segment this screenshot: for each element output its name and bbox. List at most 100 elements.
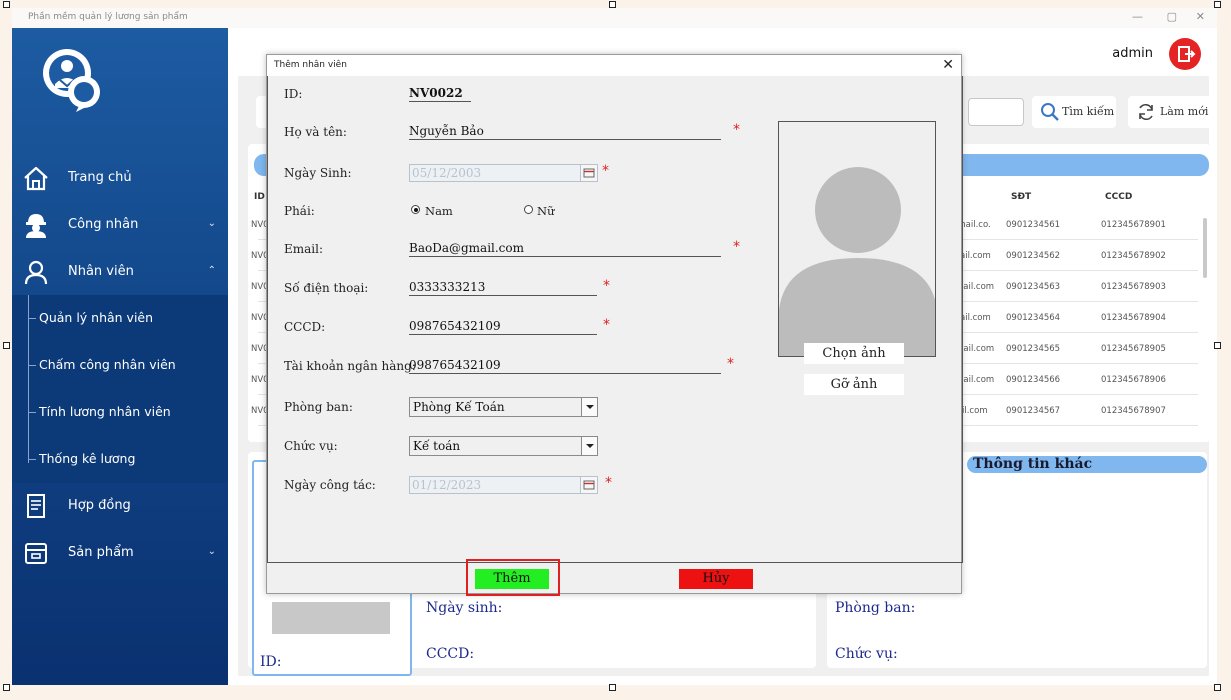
cancel-button[interactable]: Hủy [679, 569, 753, 589]
logout-button[interactable] [1169, 38, 1201, 70]
chevron-down-icon: ⌄ [207, 546, 216, 557]
chevron-up-icon: ⌃ [207, 265, 216, 276]
sidebar-item-label: Trang chủ [68, 170, 132, 185]
resize-handle-bottom-right[interactable] [1214, 684, 1221, 691]
id-label: ID: [284, 87, 303, 101]
calendar-icon[interactable] [580, 165, 597, 181]
cell-cccd: 012345678906 [1101, 375, 1166, 385]
remove-photo-button[interactable]: Gỡ ảnh [804, 374, 904, 395]
department-select[interactable]: Phòng Kế Toán [409, 397, 598, 417]
product-box-icon [25, 543, 47, 564]
chevron-down-icon [581, 398, 597, 416]
cell-phone: 0901234566 [1006, 375, 1061, 385]
chevron-down-icon [581, 437, 597, 455]
maximize-icon[interactable]: ▢ [1167, 10, 1177, 23]
refresh-icon [1139, 104, 1153, 120]
submenu-label: Thống kê lương [39, 451, 136, 466]
search-button[interactable]: Tìm kiếm [1032, 96, 1116, 128]
email-field[interactable]: BaoDa@gmail.com [409, 241, 721, 257]
submenu-label: Quản lý nhân viên [39, 310, 154, 325]
column-header-phone: SĐT [1011, 192, 1032, 202]
bank-account-field[interactable]: 098765432109 [409, 358, 721, 374]
cell-email: ail.com [960, 251, 991, 261]
add-button-highlight [466, 559, 560, 596]
sidebar-item-label: Hợp đồng [68, 498, 131, 513]
add-employee-dialog: Thêm nhân viên ✕ ID: NV0022 Họ và tên: N… [266, 54, 963, 596]
resize-handle-right[interactable] [1214, 342, 1221, 349]
resize-handle-bottom[interactable] [609, 684, 616, 691]
detail-cccd-label: CCCD: [426, 646, 475, 662]
sidebar-item-label: Sản phẩm [68, 545, 134, 560]
birth-date-picker[interactable]: 05/12/2003 [409, 164, 598, 182]
detail-photo-placeholder [272, 602, 390, 634]
avatar-preview [778, 121, 936, 357]
cell-phone: 0901234562 [1006, 251, 1061, 261]
phone-field[interactable]: 0333333213 [409, 280, 597, 296]
cell-email: nail.com [958, 344, 995, 354]
phone-label: Số điện thoại: [284, 281, 369, 295]
resize-handle-left[interactable] [3, 342, 10, 349]
refresh-button[interactable]: Làm mới [1128, 96, 1212, 128]
resize-handle-bottom-left[interactable] [3, 684, 10, 691]
cell-phone: 0901234561 [1006, 220, 1061, 230]
gender-female-radio[interactable] [524, 205, 533, 214]
cell-cccd: 012345678904 [1101, 313, 1166, 323]
dialog-form: ID: NV0022 Họ và tên: Nguyễn Bảo * Ngày … [267, 76, 963, 563]
resize-handle-top-left[interactable] [3, 1, 10, 8]
column-header-id: ID [254, 192, 265, 202]
cccd-label: CCCD: [284, 320, 326, 334]
search-icon [1041, 103, 1059, 121]
dialog-title-bar: Thêm nhân viên ✕ [267, 55, 961, 76]
gender-female-label: Nữ [537, 204, 555, 218]
detail-id-label: ID: [260, 654, 282, 670]
cell-cccd: 012345678903 [1101, 282, 1166, 292]
close-icon[interactable]: ✕ [942, 57, 954, 73]
home-icon [24, 166, 48, 191]
sidebar-item-home[interactable]: Trang chủ [12, 158, 228, 198]
department-label: Phòng ban: [284, 400, 353, 414]
name-field[interactable]: Nguyễn Bảo [409, 124, 721, 140]
required-mark: * [733, 122, 740, 138]
current-user: admin [1112, 46, 1153, 61]
submenu-tree-line [28, 295, 29, 463]
choose-photo-button[interactable]: Chọn ảnh [804, 343, 904, 364]
title-bar: Phần mềm quản lý lương sản phẩm — ▢ ✕ [12, 8, 1217, 28]
required-mark: * [603, 317, 610, 333]
table-scrollbar[interactable] [1203, 218, 1207, 278]
window-title: Phần mềm quản lý lương sản phẩm [28, 12, 188, 22]
gender-male-radio[interactable] [411, 205, 420, 214]
minimize-icon[interactable]: — [1132, 10, 1143, 23]
cell-phone: 0901234564 [1006, 313, 1061, 323]
required-mark: * [605, 475, 612, 491]
sidebar: Trang chủ Công nhân ⌄ Nhân viên ⌃ Quản l… [12, 28, 228, 685]
calendar-icon[interactable] [580, 477, 597, 493]
cell-cccd: 012345678907 [1101, 406, 1166, 416]
dialog-title: Thêm nhân viên [274, 60, 347, 70]
close-window-icon[interactable]: ✕ [1196, 10, 1205, 23]
start-date-label: Ngày công tác: [284, 478, 376, 492]
sidebar-item-workers[interactable]: Công nhân ⌄ [12, 205, 228, 245]
start-date-value: 01/12/2023 [412, 478, 482, 492]
position-label: Chức vụ: [284, 439, 338, 453]
tree-branch [28, 365, 36, 366]
user-icon [24, 260, 48, 285]
sidebar-item-contracts[interactable]: Hợp đồng [12, 486, 228, 526]
resize-handle-top-right[interactable] [1214, 1, 1221, 8]
required-mark: * [727, 356, 734, 372]
position-select[interactable]: Kế toán [409, 436, 598, 456]
logout-icon [1178, 46, 1196, 62]
gender-male-label: Nam [425, 204, 453, 218]
avatar-placeholder-icon [779, 122, 935, 356]
sidebar-item-products[interactable]: Sản phẩm ⌄ [12, 533, 228, 573]
start-date-picker[interactable]: 01/12/2023 [409, 476, 598, 494]
tree-branch [28, 412, 36, 413]
sidebar-item-label: Công nhân [68, 217, 139, 232]
sidebar-item-label: Nhân viên [68, 264, 134, 279]
search-input[interactable] [968, 98, 1024, 126]
detail-department-label: Phòng ban: [835, 600, 916, 616]
required-mark: * [603, 278, 610, 294]
chevron-down-icon: ⌄ [207, 218, 216, 229]
cccd-field[interactable]: 098765432109 [409, 319, 597, 335]
resize-handle-top[interactable] [609, 1, 616, 8]
sidebar-item-employees[interactable]: Nhân viên ⌃ [12, 252, 228, 292]
